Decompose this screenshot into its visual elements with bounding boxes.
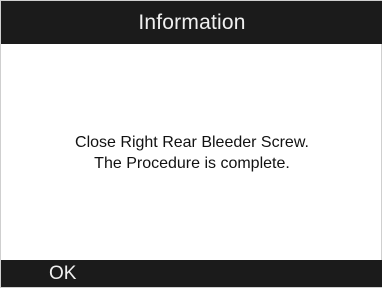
title-bar: Information	[1, 1, 382, 44]
softkey-bar: OK	[1, 260, 382, 287]
dialog-title: Information	[138, 10, 246, 34]
message-line-2: The Procedure is complete.	[94, 155, 290, 172]
message-line-1: Close Right Rear Bleeder Screw.	[75, 134, 309, 151]
message-area: Close Right Rear Bleeder Screw. The Proc…	[1, 44, 382, 262]
information-dialog: Information Close Right Rear Bleeder Scr…	[0, 0, 382, 288]
ok-button[interactable]: OK	[45, 260, 80, 287]
